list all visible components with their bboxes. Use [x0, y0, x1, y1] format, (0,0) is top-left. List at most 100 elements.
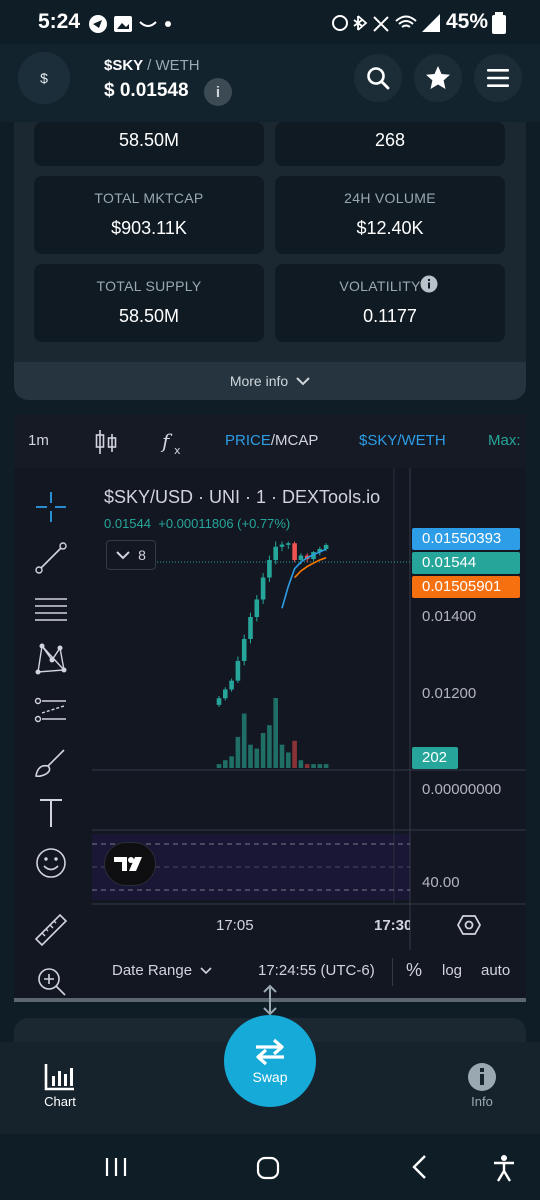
date-range-button[interactable]: Date Range	[112, 962, 212, 979]
nav-chart-label: Chart	[44, 1094, 76, 1109]
coin-logo: $	[18, 52, 70, 104]
settings-icon[interactable]	[457, 914, 481, 936]
resize-handle-icon[interactable]	[260, 984, 280, 1016]
interval-selector[interactable]: 1m	[28, 432, 49, 449]
fib-tool[interactable]	[34, 592, 68, 626]
time-axis-label: 17:30	[374, 917, 410, 934]
volume-bar	[223, 760, 228, 768]
stat-value: 58.50M	[118, 130, 180, 150]
emoji-tool[interactable]	[34, 846, 68, 880]
stat-label: TOTAL MKTCAP	[94, 190, 204, 206]
volume-bar	[279, 744, 285, 768]
stat-card-holders: 268	[275, 122, 505, 166]
volatility-info-icon[interactable]	[420, 275, 438, 293]
time-axis-label: 17:05	[216, 917, 254, 934]
chart-title: $SKY/USD · UNI · 1 · DEXTools.io	[104, 487, 381, 507]
stat-label: 24H VOLUME	[344, 190, 436, 206]
brush-tool[interactable]	[34, 746, 68, 780]
price-toggle-label: PRICE	[225, 432, 271, 449]
prediction-tool[interactable]	[34, 693, 68, 727]
brush-icon	[35, 749, 65, 778]
search-button[interactable]	[354, 54, 402, 102]
volume-bar	[248, 744, 253, 768]
price-mcap-toggle[interactable]: PRICE/MCAP	[225, 432, 318, 449]
percent-scale-toggle[interactable]: %	[406, 960, 422, 981]
ma-slow-line	[294, 557, 327, 579]
more-info-button[interactable]: More info	[14, 362, 526, 400]
indicator-axis-label: 40.00	[422, 874, 460, 891]
measure-tool[interactable]	[34, 913, 68, 947]
battery-icon	[492, 12, 506, 34]
info-icon	[468, 1063, 496, 1091]
more-info-label: More info	[229, 373, 289, 389]
zoom-in-icon	[38, 968, 66, 996]
favorite-button[interactable]	[414, 54, 462, 102]
chart-ohlc: 0.01544 +0.00011806 (+0.77%)	[104, 516, 290, 531]
search-icon	[367, 67, 390, 90]
volume-axis-label: 0.00000000	[422, 781, 502, 798]
battery-percent: 45%	[446, 10, 489, 33]
stat-value: $903.11K	[111, 218, 187, 238]
stat-card-total-supply: TOTAL SUPPLY 58.50M	[34, 264, 264, 342]
volume-bar	[241, 713, 247, 768]
nav-info[interactable]: Info	[452, 1062, 512, 1112]
candle	[273, 546, 278, 560]
volume-bar	[229, 756, 234, 768]
last-price-tag: 0.01544	[412, 552, 520, 574]
indicators-icon[interactable]: fx	[160, 428, 184, 456]
log-scale-toggle[interactable]: log	[442, 962, 462, 979]
mcap-toggle-label: MCAP	[275, 432, 319, 449]
candle	[323, 545, 329, 549]
zoom-tool[interactable]	[34, 964, 68, 998]
pair-toggle[interactable]: $SKY/WETH	[359, 432, 446, 449]
candle	[229, 680, 234, 690]
nav-chart[interactable]: Chart	[30, 1062, 90, 1112]
volume-bar	[260, 733, 266, 768]
auto-scale-toggle[interactable]: auto	[481, 962, 510, 979]
forecast-icon	[34, 697, 66, 723]
high-price-tag: 0.01550393	[412, 528, 520, 550]
crosshair-icon	[36, 492, 66, 522]
candle	[267, 559, 272, 578]
menu-button[interactable]	[474, 54, 522, 102]
candle-type-icon[interactable]	[94, 428, 118, 456]
accessibility-icon[interactable]	[492, 1154, 516, 1182]
notification-icons	[89, 15, 171, 33]
swap-button[interactable]: Swap	[224, 1015, 316, 1107]
svg-text:x: x	[174, 444, 181, 456]
stat-value: 268	[374, 130, 406, 150]
chevron-down-icon	[296, 377, 310, 386]
recent-apps-icon[interactable]	[104, 1156, 128, 1178]
stat-value: $12.40K	[356, 218, 424, 238]
volume-bar	[292, 740, 297, 768]
status-time: 5:24	[38, 10, 81, 33]
volume-bar	[267, 725, 272, 768]
ruler-icon	[34, 913, 68, 947]
swap-label: Swap	[252, 1069, 288, 1085]
stat-value: 58.50M	[118, 306, 180, 326]
volume-bar	[323, 764, 329, 768]
text-tool[interactable]	[34, 796, 68, 830]
trendline-tool[interactable]	[34, 541, 68, 575]
swap-arrows-icon	[256, 1038, 284, 1066]
stat-card-volatility: VOLATILITY 0.1177	[275, 264, 505, 342]
svg-text:f: f	[160, 429, 173, 453]
crosshair-tool[interactable]	[34, 490, 68, 524]
indicators-collapse-button[interactable]: 8	[106, 540, 156, 570]
bar-chart-icon	[44, 1064, 74, 1091]
tradingview-icon	[114, 857, 142, 871]
candle	[235, 660, 241, 681]
stat-card-supply-top: 58.50M	[34, 122, 264, 166]
text-icon	[40, 799, 62, 827]
volume-tag: 202	[412, 747, 458, 769]
pair-name: $SKY / WETH	[104, 57, 200, 74]
volume-bar	[273, 698, 278, 768]
indicators-count: 8	[138, 547, 146, 563]
stat-value: 0.1177	[363, 306, 417, 326]
date-range-label: Date Range	[112, 962, 193, 979]
back-icon[interactable]	[410, 1154, 428, 1180]
pattern-tool[interactable]	[34, 642, 68, 676]
tradingview-logo[interactable]	[104, 842, 156, 886]
home-icon[interactable]	[256, 1156, 280, 1180]
info-icon[interactable]: i	[204, 78, 232, 106]
